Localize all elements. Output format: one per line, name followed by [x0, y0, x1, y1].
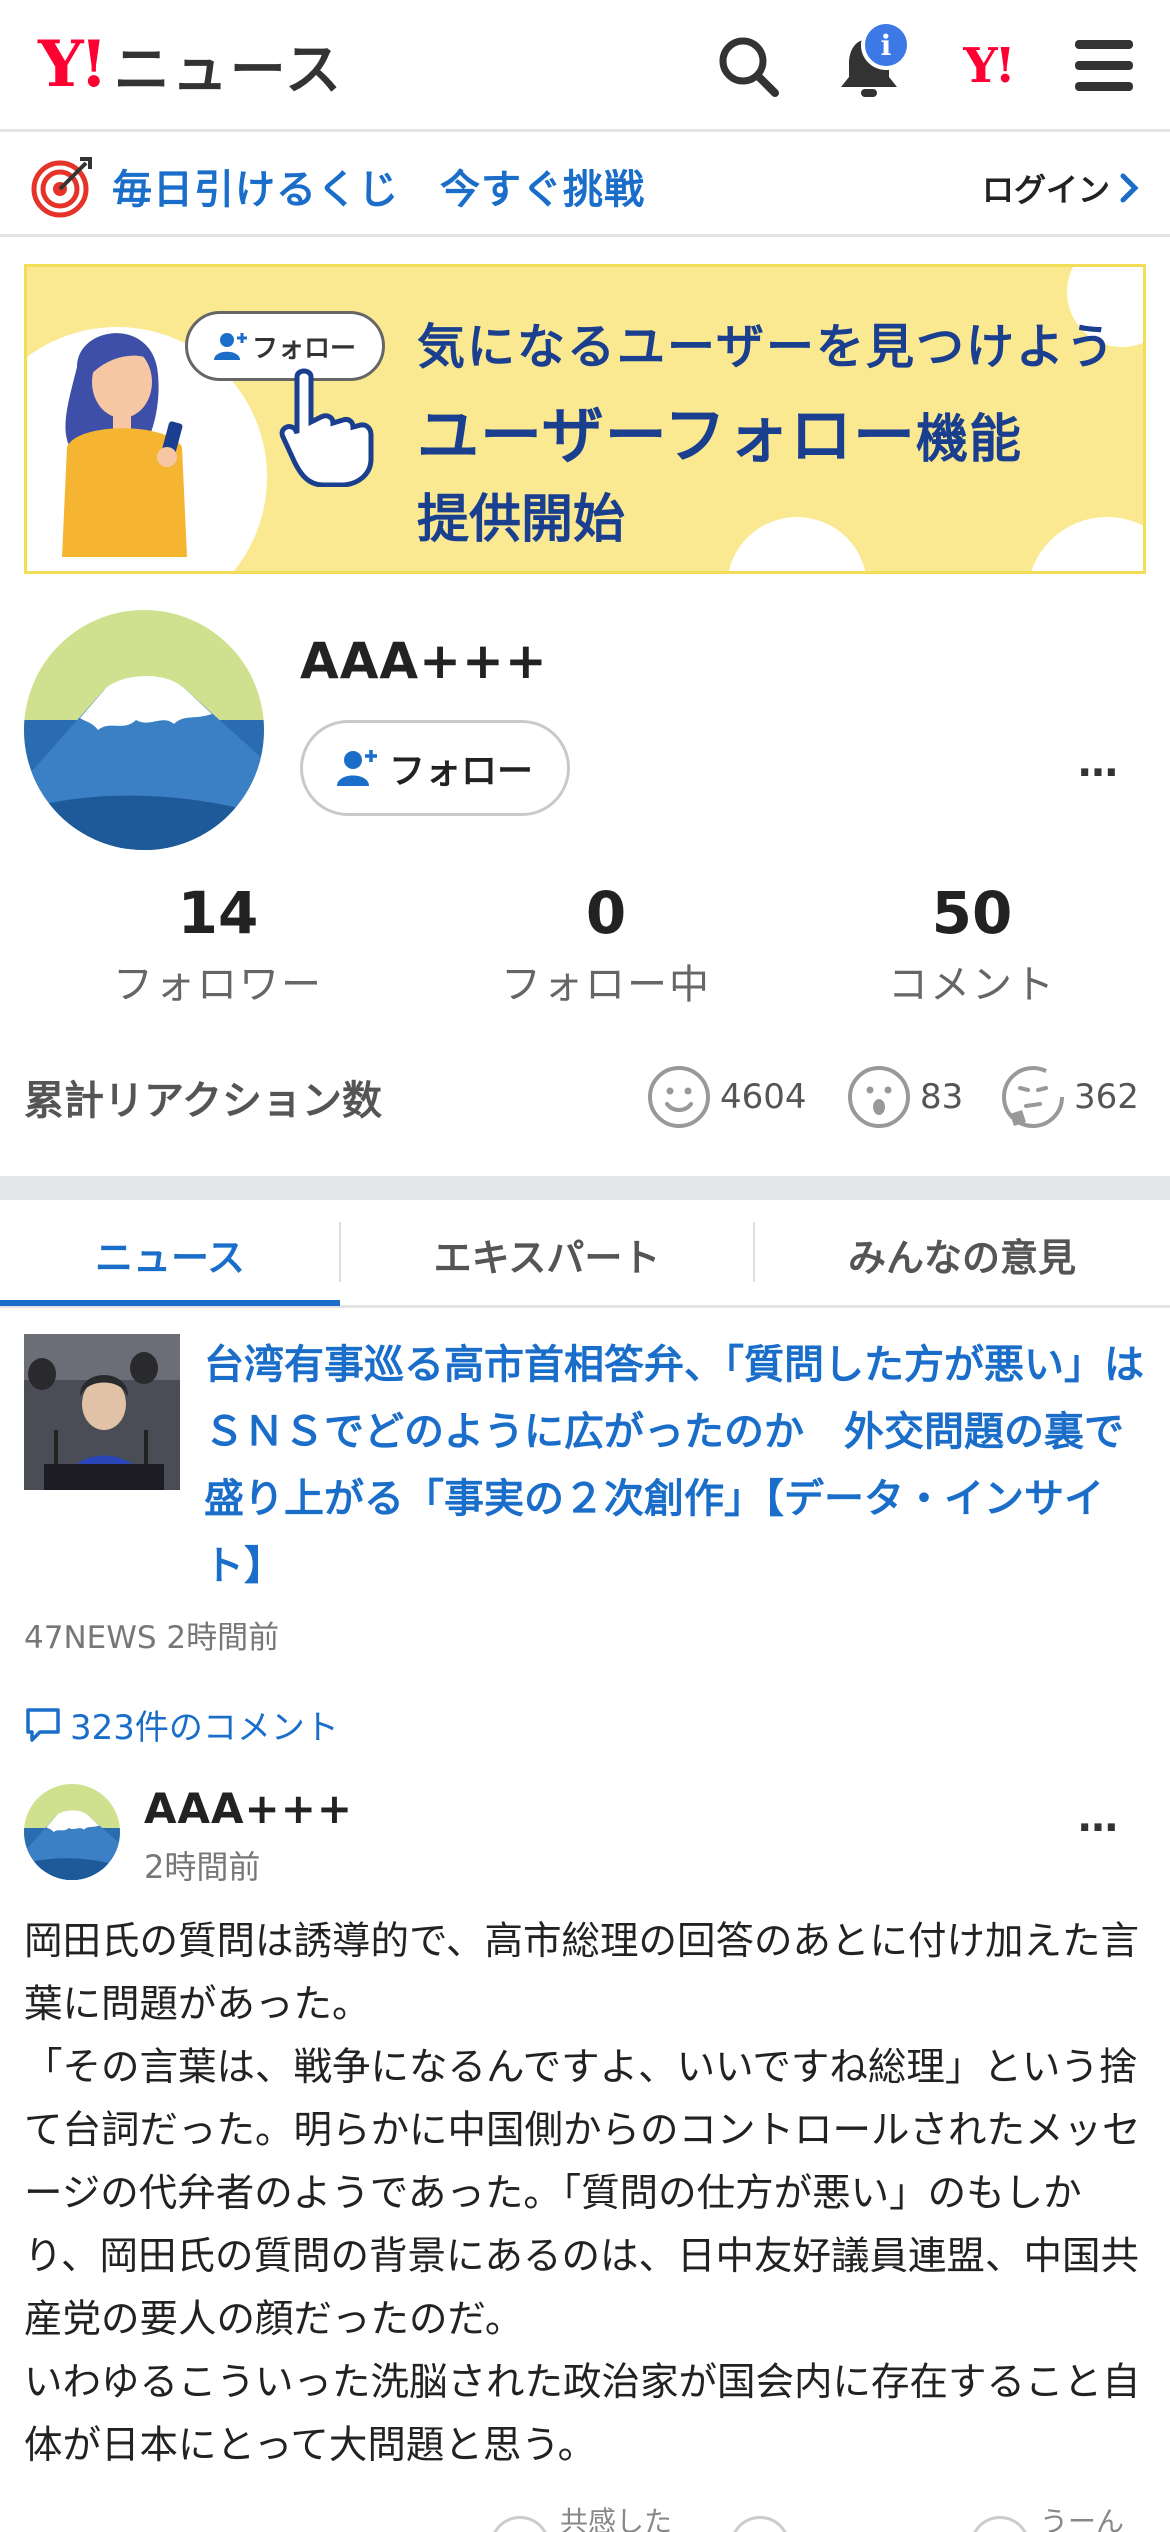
- tab-bar: ニュース エキスパート みんなの意見: [0, 1200, 1170, 1308]
- hmm-label[interactable]: うーん: [1040, 2500, 1124, 2532]
- follow-button[interactable]: フォロー: [300, 720, 570, 816]
- profile-avatar: [24, 610, 264, 850]
- comment-more-button[interactable]: …: [1078, 1795, 1120, 1841]
- stat-label: フォロー中: [501, 961, 711, 1008]
- banner-follow-label: フォロー: [251, 333, 356, 364]
- stat-value: 50: [931, 879, 1013, 947]
- active-tab-indicator: [0, 1300, 340, 1306]
- stat-label: コメント: [888, 961, 1056, 1008]
- profile-more-button[interactable]: …: [1078, 740, 1120, 786]
- smile-icon: [648, 1066, 710, 1128]
- target-icon: [30, 155, 94, 219]
- login-label: ログイン: [981, 171, 1110, 209]
- notification-bell-icon[interactable]: i: [833, 20, 911, 102]
- logo-mark: Y!: [38, 27, 108, 102]
- article-source-time: 47NEWS 2時間前: [24, 1620, 280, 1656]
- tab-opinions[interactable]: みんなの意見: [754, 1200, 1170, 1308]
- yahoo-japan-icon[interactable]: Y!: [952, 30, 1024, 102]
- stat-comments[interactable]: 50 コメント: [822, 879, 1122, 1010]
- thinking-icon: [1002, 1066, 1064, 1128]
- reaction-thinking: 362: [1000, 1064, 1139, 1130]
- reaction-title: 累計リアクション数: [24, 1078, 382, 1124]
- reaction-count: 83: [920, 1077, 964, 1117]
- comment-avatar[interactable]: [24, 1784, 120, 1880]
- yahoo-news-logo[interactable]: Y! ニュース: [38, 27, 343, 103]
- banner-title: ユーザーフォロー機能: [417, 385, 1022, 475]
- yj-label: Y!: [963, 38, 1015, 94]
- banner-title-main: ユーザーフォロー: [417, 399, 917, 472]
- article-title[interactable]: 台湾有事巡る高市首相答弁、「質問した方が悪い」はＳＮＳでどのように広がったのか …: [204, 1332, 1144, 1600]
- stat-value: 14: [177, 879, 259, 947]
- stat-label: フォロワー: [113, 961, 323, 1008]
- empathize-label[interactable]: 共感した: [560, 2500, 672, 2532]
- empathize-icon[interactable]: [490, 2516, 550, 2532]
- comments-link[interactable]: 323件のコメント: [24, 1700, 339, 1749]
- stat-followers[interactable]: 14 フォロワー: [68, 879, 368, 1010]
- follow-button-label: フォロー: [388, 751, 533, 792]
- reaction-summary: 累計リアクション数 4604 83 362: [24, 1060, 1146, 1140]
- comment-bubble-icon: [26, 1707, 60, 1742]
- banner-headline: 気になるユーザーを見つけよう: [417, 319, 1117, 375]
- banner-decoration: [727, 517, 867, 571]
- menu-icon[interactable]: [1068, 30, 1140, 102]
- login-link[interactable]: ログイン: [982, 165, 1140, 211]
- chevron-right-icon: [1120, 173, 1139, 203]
- comment-reaction-bar: 共感した うーん: [0, 2500, 1170, 2532]
- section-divider: [0, 1176, 1170, 1200]
- notification-badge: i: [861, 20, 911, 70]
- tab-news[interactable]: ニュース: [0, 1200, 340, 1308]
- logo-text: ニュース: [113, 37, 343, 103]
- lottery-bar[interactable]: 毎日引けるくじ 今すぐ挑戦 ログイン: [0, 135, 1170, 237]
- add-user-icon: [336, 750, 377, 786]
- banner-subtitle: 提供開始: [417, 490, 626, 550]
- comment-username[interactable]: AAA+++: [144, 1784, 353, 1833]
- reaction-surprised: 83: [846, 1064, 963, 1130]
- tab-separator: [339, 1222, 341, 1282]
- reaction-count: 4604: [720, 1077, 807, 1117]
- stat-following[interactable]: 0 フォロー中: [456, 879, 756, 1010]
- reaction-smile: 4604: [646, 1064, 807, 1130]
- thinking-icon[interactable]: [970, 2516, 1030, 2532]
- reaction-count: 362: [1074, 1077, 1139, 1117]
- banner-title-suffix: 機能: [916, 410, 1023, 470]
- user-follow-banner[interactable]: フォロー 気になるユーザーを見つけよう ユーザーフォロー機能 提供開始: [24, 264, 1146, 574]
- article-thumbnail[interactable]: [24, 1334, 180, 1490]
- tab-expert[interactable]: エキスパート: [340, 1200, 754, 1308]
- pointing-hand-icon: [279, 368, 374, 487]
- surprised-icon[interactable]: [730, 2516, 790, 2532]
- comment-body: 岡田氏の質問は誘導的で、高市総理の回答のあとに付け加えた言葉に問題があった。 「…: [24, 1919, 1141, 2468]
- surprised-icon: [848, 1066, 910, 1128]
- add-user-icon: [213, 333, 247, 360]
- banner-decoration: [1027, 517, 1143, 571]
- comment-time: 2時間前: [144, 1848, 261, 1886]
- search-icon[interactable]: [712, 30, 784, 102]
- stat-value: 0: [585, 879, 627, 947]
- comments-link-label: 323件のコメント: [70, 1708, 339, 1748]
- tab-separator: [753, 1222, 755, 1282]
- profile-username: AAA+++: [300, 632, 548, 690]
- lottery-text: 毎日引けるくじ 今すぐ挑戦: [112, 167, 645, 213]
- app-header: Y! ニュース i Y!: [0, 0, 1170, 132]
